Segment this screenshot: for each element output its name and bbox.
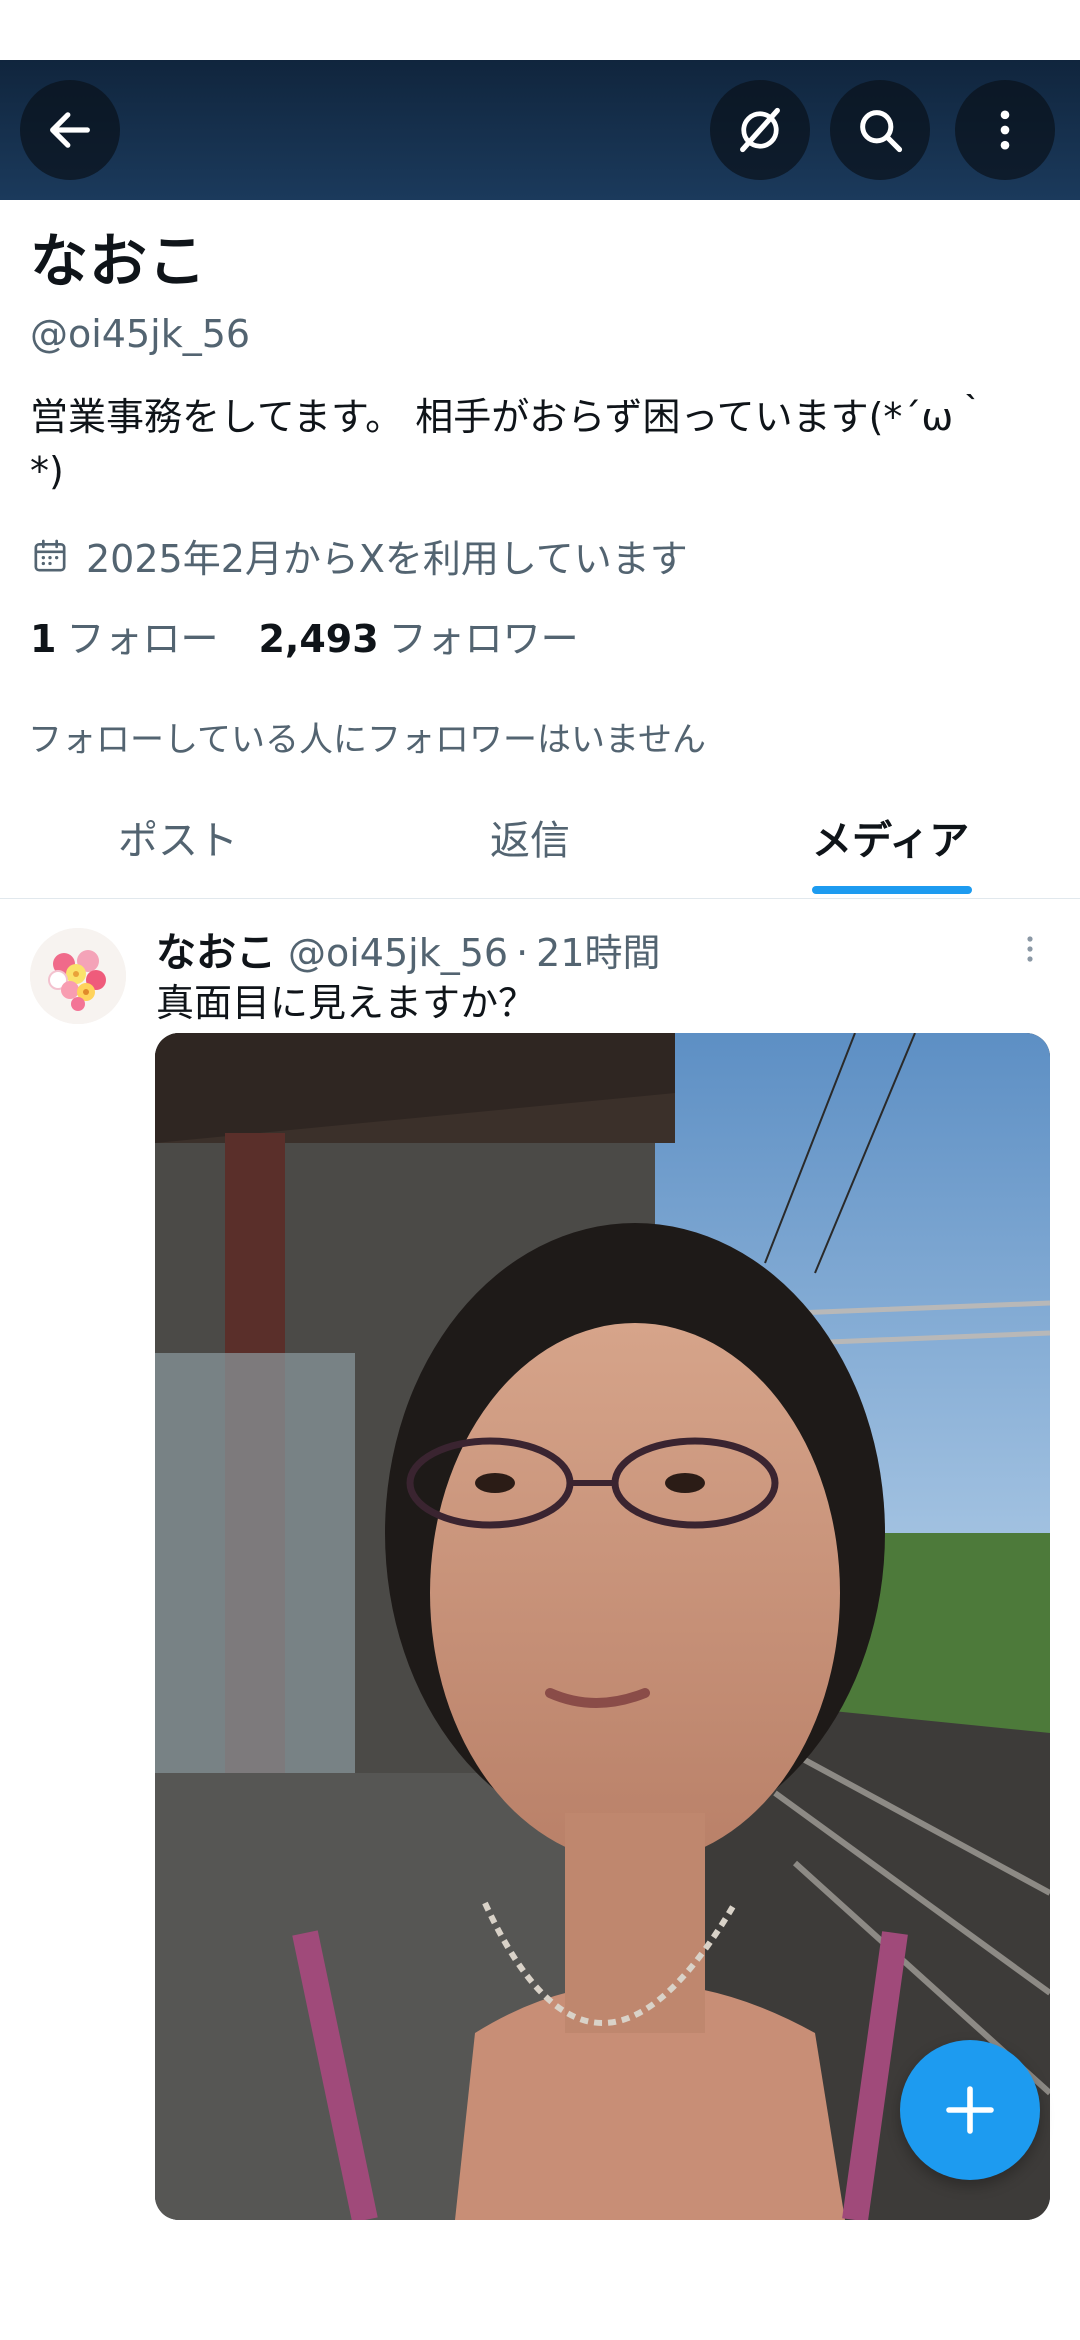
mutual-followers-note: フォローしている人にフォロワーはいません	[28, 720, 706, 760]
tweet-author-handle[interactable]: @oi45jk_56	[288, 931, 508, 975]
profile-handle: @oi45jk_56	[30, 312, 251, 356]
joined-date-text: 2025年2月からXを利用しています	[86, 537, 688, 581]
profile-bio: 営業事務をしてます。 相手がおらず困っています(*´ω｀ *)	[30, 395, 992, 493]
profile-tabs: ポスト 返信 メディア	[0, 790, 1080, 899]
active-tab-indicator	[812, 886, 972, 894]
joined-date: 2025年2月からXを利用しています	[30, 528, 688, 583]
search-button[interactable]	[830, 80, 930, 180]
selfie-photo	[155, 1033, 1050, 2220]
back-button[interactable]	[20, 80, 120, 180]
following-link[interactable]: 1 フォロー	[30, 608, 218, 663]
more-vertical-icon	[1000, 110, 1010, 150]
following-label: フォロー	[66, 617, 219, 661]
tweet-timestamp[interactable]: 21時間	[536, 922, 660, 977]
tweet-separator: ·	[516, 931, 529, 975]
tweet-more-button[interactable]	[1012, 924, 1048, 974]
followers-label: フォロワー	[388, 617, 579, 661]
tab-posts[interactable]: ポスト	[118, 808, 238, 866]
tweet-author-name[interactable]: なおこ	[156, 920, 276, 978]
arrow-left-icon	[50, 112, 90, 148]
search-icon	[860, 110, 903, 153]
tweet-text: 真面目に見えますか？	[156, 981, 537, 1025]
follow-stats: 1 フォロー 2,493 フォロワー	[30, 608, 579, 663]
calendar-icon	[34, 539, 66, 571]
grok-icon	[740, 107, 780, 153]
compose-button[interactable]	[900, 2040, 1040, 2180]
status-bar	[0, 0, 1080, 60]
plus-icon	[946, 2086, 994, 2134]
more-options-button[interactable]	[955, 80, 1055, 180]
tab-replies[interactable]: 返信	[490, 808, 570, 866]
tweet-media-photo[interactable]	[155, 1033, 1050, 2220]
grok-button[interactable]	[710, 80, 810, 180]
followers-link[interactable]: 2,493 フォロワー	[258, 608, 578, 663]
followers-count: 2,493	[258, 617, 379, 661]
tweet-header: なおこ @oi45jk_56 · 21時間	[156, 920, 661, 978]
tab-media[interactable]: メディア	[812, 808, 969, 866]
profile-display-name: なおこ	[30, 227, 208, 295]
more-vertical-icon	[1027, 936, 1033, 962]
flower-heart-avatar-image	[30, 928, 126, 1024]
avatar[interactable]	[30, 928, 126, 1024]
following-count: 1	[30, 617, 57, 661]
